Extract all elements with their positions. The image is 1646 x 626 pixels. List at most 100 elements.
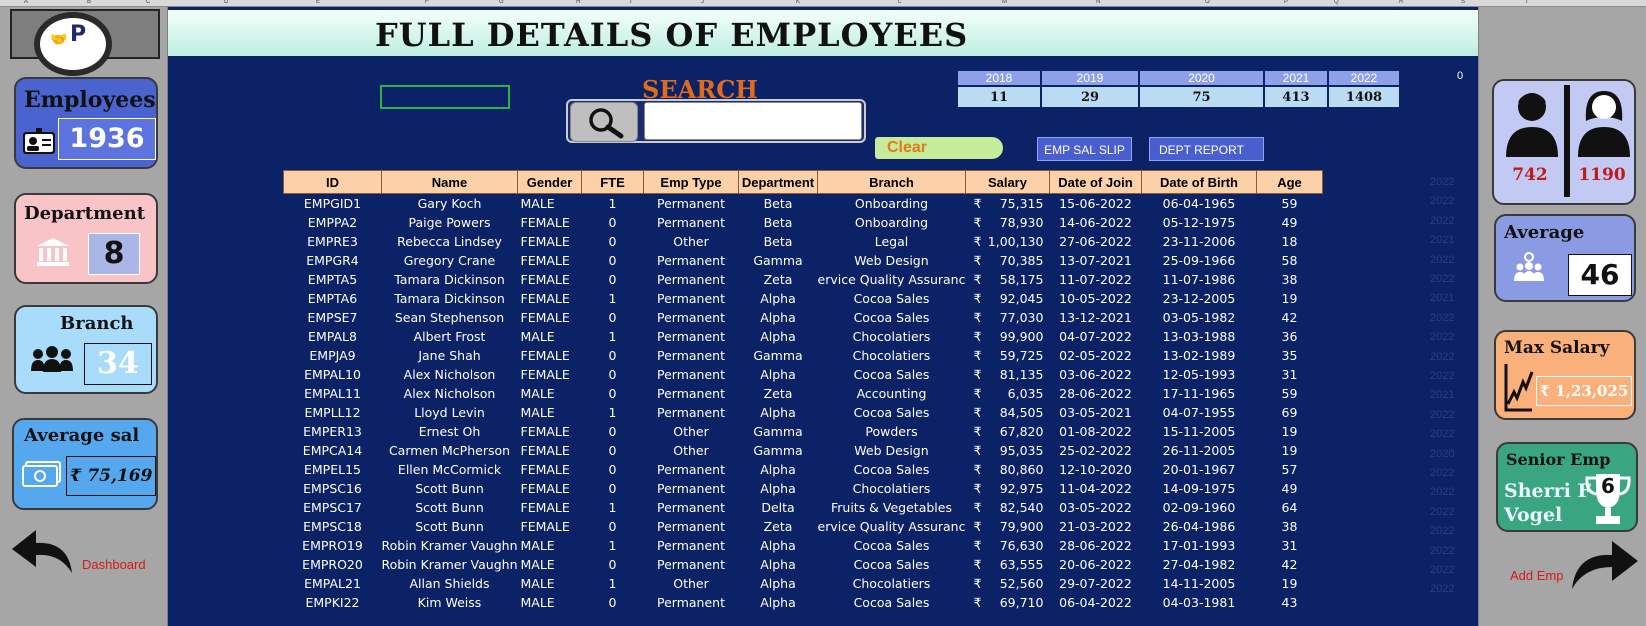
table-cell[interactable]: 26-11-2005 [1141,441,1256,460]
table-cell[interactable]: Permanent [644,536,739,555]
table-cell[interactable]: Permanent [644,327,739,346]
column-letter[interactable]: T [1525,0,1529,5]
table-cell[interactable]: FEMALE [518,517,582,536]
table-cell[interactable]: 0 [582,479,644,498]
table-cell[interactable]: 11-04-2022 [1049,479,1141,498]
table-cell[interactable]: 38 [1256,517,1322,536]
table-cell[interactable]: 69 [1256,403,1322,422]
table-cell[interactable]: Other [644,574,739,593]
table-cell[interactable]: Alpha [739,460,818,479]
table-cell[interactable]: 1 [582,498,644,517]
table-cell[interactable]: FEMALE [518,232,582,251]
table-cell[interactable]: Cocoa Sales [818,308,966,327]
table-cell[interactable]: 20-01-1967 [1141,460,1256,479]
table-cell[interactable]: Permanent [644,346,739,365]
table-row[interactable]: EMPCA14 Carmen McPherson FEMALE 0 Other Gamma… [284,441,1323,460]
table-cell[interactable]: Ernest Oh [382,422,518,441]
table-cell[interactable]: Permanent [644,460,739,479]
table-cell[interactable]: 31 [1256,365,1322,384]
table-cell[interactable]: 59 [1256,194,1322,214]
table-row[interactable]: EMPSC16 Scott Bunn FEMALE 0 Permanent Alpha Ch… [284,479,1323,498]
table-row[interactable]: EMPPA2 Paige Powers FEMALE 0 Permanent Beta On… [284,213,1323,232]
table-cell[interactable]: 26-04-1986 [1141,517,1256,536]
table-cell[interactable]: 19 [1256,441,1322,460]
column-header[interactable]: Emp Type [643,170,739,194]
table-cell[interactable]: Alex Nicholson [382,365,518,384]
table-cell[interactable]: EMPAL21 [284,574,382,593]
table-row[interactable]: EMPLL12 Lloyd Levin MALE 1 Permanent Alpha Coc… [284,403,1323,422]
table-cell[interactable]: ₹84,505 [965,403,1049,422]
table-cell[interactable]: Alex Nicholson [382,384,518,403]
table-cell[interactable]: Onboarding [818,213,966,232]
table-cell[interactable]: Permanent [644,251,739,270]
column-header[interactable]: Salary [964,170,1050,194]
table-cell[interactable]: Carmen McPherson [382,441,518,460]
table-cell[interactable]: ₹92,045 [965,289,1049,308]
table-cell[interactable]: MALE [518,593,582,612]
table-cell[interactable]: 27-06-2022 [1049,232,1141,251]
table-cell[interactable]: ₹70,385 [965,251,1049,270]
table-cell[interactable]: 02-05-2022 [1049,346,1141,365]
table-cell[interactable]: Chocolatiers [818,479,966,498]
table-cell[interactable]: Cocoa Sales [818,365,966,384]
table-cell[interactable]: 14-06-2022 [1049,213,1141,232]
table-cell[interactable]: Alpha [739,365,818,384]
table-cell[interactable]: EMPSC18 [284,517,382,536]
table-cell[interactable]: FEMALE [518,460,582,479]
table-cell[interactable]: Zeta [739,517,818,536]
table-cell[interactable]: Kim Weiss [382,593,518,612]
table-row[interactable]: EMPRO19 Robin Kramer Vaughn MALE 1 Permanent… [284,536,1323,555]
table-cell[interactable]: FEMALE [518,289,582,308]
table-cell[interactable]: ₹78,930 [965,213,1049,232]
table-cell[interactable]: 0 [582,384,644,403]
table-cell[interactable]: Chocolatiers [818,327,966,346]
table-cell[interactable]: Accounting [818,384,966,403]
table-cell[interactable]: ervice Quality Assuranc [818,517,966,536]
table-row[interactable]: EMPEL15 Ellen McCormick FEMALE 0 Permanent Al… [284,460,1323,479]
table-cell[interactable]: ₹75,315 [965,194,1049,214]
table-cell[interactable]: ₹92,975 [965,479,1049,498]
table-cell[interactable]: 0 [582,460,644,479]
table-cell[interactable]: FEMALE [518,346,582,365]
column-letter[interactable]: E [316,0,320,5]
table-cell[interactable]: 28-06-2022 [1049,384,1141,403]
table-cell[interactable]: ervice Quality Assuranc [818,270,966,289]
table-cell[interactable]: EMPRO20 [284,555,382,574]
table-cell[interactable]: 13-03-1988 [1141,327,1256,346]
table-cell[interactable]: 29-07-2022 [1049,574,1141,593]
table-cell[interactable]: EMPCA14 [284,441,382,460]
table-cell[interactable]: ₹6,035 [965,384,1049,403]
table-cell[interactable]: 27-04-1982 [1141,555,1256,574]
table-row[interactable]: EMPGR4 Gregory Crane FEMALE 0 Permanent Gamma… [284,251,1323,270]
search-button[interactable] [570,102,638,142]
table-cell[interactable]: Gamma [739,251,818,270]
table-cell[interactable]: 0 [582,270,644,289]
column-letter[interactable]: D [224,0,228,5]
table-cell[interactable]: Permanent [644,289,739,308]
table-cell[interactable]: ₹76,630 [965,536,1049,555]
table-cell[interactable]: Other [644,422,739,441]
table-cell[interactable]: 01-08-2022 [1049,422,1141,441]
table-cell[interactable]: MALE [518,403,582,422]
table-cell[interactable]: Permanent [644,384,739,403]
column-letter[interactable]: L [898,0,901,5]
table-cell[interactable]: FEMALE [518,441,582,460]
table-cell[interactable]: 21-03-2022 [1049,517,1141,536]
table-cell[interactable]: 43 [1256,593,1322,612]
table-row[interactable]: EMPRE3 Rebecca Lindsey FEMALE 0 Other Beta Leg… [284,232,1323,251]
table-row[interactable]: EMPTA6 Tamara Dickinson FEMALE 1 Permanent Al… [284,289,1323,308]
table-cell[interactable]: 1 [582,536,644,555]
table-cell[interactable]: EMPSC16 [284,479,382,498]
table-cell[interactable]: FEMALE [518,365,582,384]
table-cell[interactable]: MALE [518,327,582,346]
column-letter[interactable]: F [425,0,429,5]
table-cell[interactable]: Powders [818,422,966,441]
column-header[interactable]: Branch [817,170,966,194]
table-cell[interactable]: 10-05-2022 [1049,289,1141,308]
table-cell[interactable]: 12-05-1993 [1141,365,1256,384]
table-cell[interactable]: Permanent [644,593,739,612]
table-cell[interactable]: EMPTA5 [284,270,382,289]
table-cell[interactable]: MALE [518,194,582,214]
table-cell[interactable]: 25-02-2022 [1049,441,1141,460]
table-cell[interactable]: 13-02-1989 [1141,346,1256,365]
